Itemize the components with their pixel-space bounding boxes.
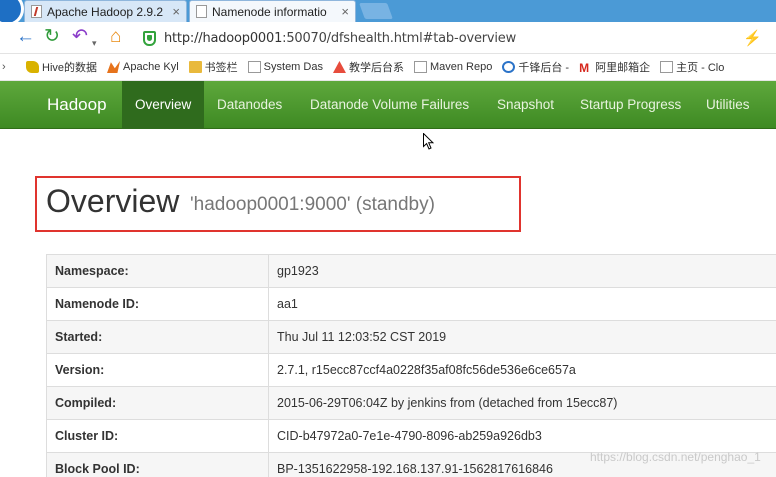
row-key: Version:: [46, 353, 269, 387]
table-row: Cluster ID: CID-b47972a0-7e1e-4790-8096-a…: [46, 419, 776, 453]
row-key: Cluster ID:: [46, 419, 269, 453]
bookmark-aliyun-mail[interactable]: M 阿里邮箱企: [579, 59, 650, 75]
url-prefix: http://: [164, 30, 203, 46]
row-key: Namenode ID:: [46, 287, 269, 321]
bookmark-label: Apache Kyl: [123, 61, 179, 73]
bookmark-label: Maven Repo: [429, 61, 493, 73]
table-row: Version: 2.7.1, r15ecc87ccf4a0228f35af08f…: [46, 353, 776, 387]
page-icon: [660, 61, 674, 73]
tab-label: Apache Hadoop 2.9.2: [47, 4, 164, 19]
hadoop-favicon-icon: [31, 5, 42, 18]
bookmark-folder[interactable]: 书签栏: [188, 59, 238, 75]
folder-icon: [188, 61, 202, 73]
undo-icon[interactable]: ↶: [72, 27, 88, 47]
address-bar[interactable]: http://hadoop0001:50070/dfshealth.html#t…: [143, 26, 743, 50]
tab-namenode-information[interactable]: Namenode informatio ×: [189, 0, 356, 22]
table-row: Started: Thu Jul 11 12:03:52 CST 2019: [46, 320, 776, 354]
row-value: CID-b47972a0-7e1e-4790-8096-ab259a926db3: [268, 419, 776, 453]
bookmark-label: Hive的数据: [42, 62, 98, 74]
close-tab-icon[interactable]: ×: [341, 4, 349, 19]
bookmark-label: 阿里邮箱企: [595, 62, 651, 74]
row-key: Namespace:: [46, 254, 269, 288]
row-value: 2015-06-29T06:04Z by jenkins from (detac…: [268, 386, 776, 420]
namenode-info-table: Namespace: gp1923 Namenode ID: aa1 Started…: [46, 254, 776, 477]
bookmark-qianfeng[interactable]: 千锋后台 -: [502, 59, 569, 75]
bookmark-hive[interactable]: Hive的数据: [26, 59, 97, 75]
hive-icon: [26, 61, 39, 73]
lightning-icon[interactable]: ⚡: [743, 29, 762, 47]
namenode-status: 'hadoop0001:9000' (standby): [190, 194, 435, 215]
watermark: https://blog.csdn.net/penghao_1: [590, 450, 761, 464]
edu-icon: [332, 61, 346, 73]
row-value: gp1923: [268, 254, 776, 288]
url-text[interactable]: http://hadoop0001:50070/dfshealth.html#t…: [164, 31, 516, 46]
nav-snapshot[interactable]: Snapshot: [497, 81, 554, 129]
bookmark-maven-repo[interactable]: Maven Repo: [413, 61, 493, 73]
bookmarks-bar: › Hive的数据 Apache Kyl 书签栏 System Das 教学后台…: [0, 54, 776, 81]
nav-startup-progress[interactable]: Startup Progress: [580, 81, 681, 129]
chevron-down-icon[interactable]: ▾: [92, 33, 97, 53]
bookmark-edu-backend[interactable]: 教学后台系: [332, 59, 404, 75]
row-value: aa1: [268, 287, 776, 321]
bookmark-apache-kylin[interactable]: Apache Kyl: [107, 61, 179, 73]
page-icon: [413, 61, 427, 73]
row-key: Started:: [46, 320, 269, 354]
chevron-right-icon[interactable]: ›: [2, 61, 14, 73]
bookmark-label: 书签栏: [204, 62, 238, 74]
bookmark-system-dashboard[interactable]: System Das: [247, 61, 323, 73]
url-host: hadoop0001: [202, 30, 283, 46]
new-tab-button[interactable]: [359, 3, 393, 19]
home-icon[interactable]: ⌂: [110, 27, 121, 47]
bookmark-homepage[interactable]: 主页 - Clo: [660, 59, 724, 75]
kylin-icon: [107, 61, 121, 73]
nav-datanodes[interactable]: Datanodes: [217, 81, 282, 129]
bookmark-label: 千锋后台 -: [518, 62, 570, 74]
page-icon: [247, 61, 261, 73]
back-arrow-icon[interactable]: ←: [16, 27, 35, 47]
address-toolbar: ← ↻ ↶ ▾ ⌂ http://hadoop0001:50070/dfshea…: [0, 22, 776, 54]
close-tab-icon[interactable]: ×: [172, 4, 180, 19]
bookmark-label: System Das: [263, 61, 323, 73]
page-title: Overview: [46, 183, 180, 219]
mouse-cursor-icon: [423, 133, 434, 150]
row-key: Compiled:: [46, 386, 269, 420]
tab-label: Namenode informatio: [212, 4, 327, 19]
q-icon: [502, 61, 516, 73]
page-favicon-icon: [196, 5, 207, 18]
mail-icon: M: [579, 61, 590, 75]
tab-apache-hadoop[interactable]: Apache Hadoop 2.9.2 ×: [24, 0, 187, 22]
nav-utilities[interactable]: Utilities: [706, 81, 750, 129]
bookmark-label: 主页 - Clo: [676, 62, 725, 74]
browser-window: { "browser": { "tabs": [ {"label": "Apac…: [0, 0, 776, 477]
row-value: 2.7.1, r15ecc87ccf4a0228f35af08fc56de536…: [268, 353, 776, 387]
nav-overview[interactable]: Overview: [122, 81, 205, 129]
nav-datanode-volume-failures[interactable]: Datanode Volume Failures: [310, 81, 469, 129]
table-row: Namespace: gp1923: [46, 254, 776, 288]
hadoop-navbar: Hadoop Overview Datanodes Datanode Volum…: [0, 81, 776, 129]
table-row: Namenode ID: aa1: [46, 287, 776, 321]
row-value: Thu Jul 11 12:03:52 CST 2019: [268, 320, 776, 354]
tab-strip: Apache Hadoop 2.9.2 × Namenode informati…: [0, 0, 776, 26]
row-key: Block Pool ID:: [46, 452, 269, 477]
bookmark-label: 教学后台系: [348, 62, 404, 74]
table-row: Compiled: 2015-06-29T06:04Z by jenkins fr…: [46, 386, 776, 420]
reload-icon[interactable]: ↻: [44, 27, 60, 47]
url-rest: :50070/dfshealth.html#tab-overview: [282, 30, 517, 46]
brand-link[interactable]: Hadoop: [47, 95, 107, 115]
shield-icon: [143, 30, 156, 46]
